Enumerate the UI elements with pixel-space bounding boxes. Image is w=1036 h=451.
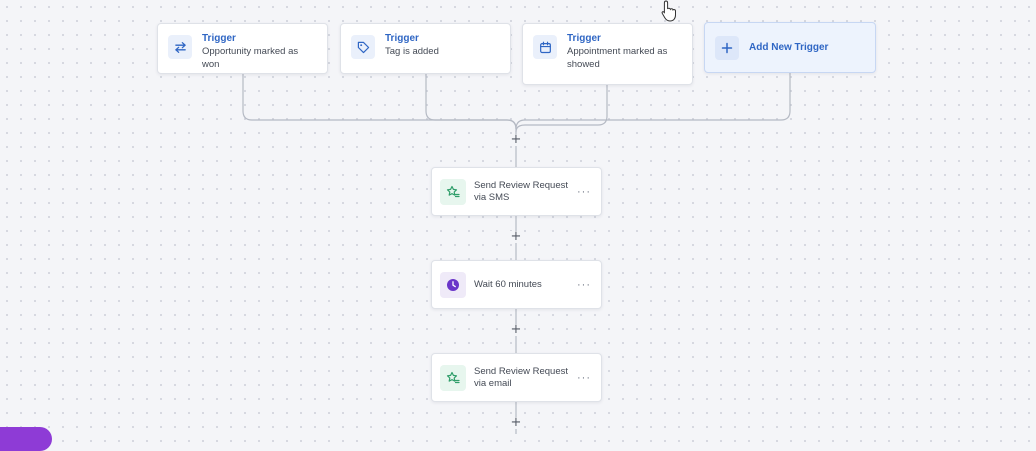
trigger-description: Opportunity marked as won — [202, 46, 299, 70]
action-label: Send Review Request via SMS — [474, 179, 568, 203]
chat-widget-button[interactable] — [0, 427, 52, 451]
more-options-button[interactable]: ··· — [577, 372, 591, 383]
trigger-label: Trigger — [202, 33, 236, 44]
swap-arrows-icon — [168, 35, 192, 59]
clock-icon — [440, 271, 466, 298]
more-options-button[interactable]: ··· — [577, 186, 591, 197]
star-list-icon — [440, 364, 466, 391]
workflow-canvas[interactable]: Trigger Opportunity marked as won Trigge… — [0, 0, 1036, 451]
trigger-label: Trigger — [385, 33, 419, 44]
trigger-card-appointment-showed[interactable]: Trigger Appointment marked as showed — [522, 23, 693, 85]
plus-icon — [715, 35, 739, 60]
add-new-trigger-button[interactable]: Add New Trigger — [704, 22, 876, 73]
action-wait[interactable]: Wait 60 minutes ··· — [431, 260, 602, 309]
add-step-button[interactable]: + — [510, 133, 522, 146]
add-new-trigger-label: Add New Trigger — [749, 42, 829, 53]
action-send-review-sms[interactable]: Send Review Request via SMS ··· — [431, 167, 602, 216]
trigger-label: Trigger — [567, 33, 601, 44]
action-send-review-email[interactable]: Send Review Request via email ··· — [431, 353, 602, 402]
add-step-button[interactable]: + — [510, 323, 522, 336]
calendar-icon — [533, 35, 557, 59]
tag-icon — [351, 35, 375, 59]
add-step-button[interactable]: + — [510, 230, 522, 243]
trigger-card-opportunity-won[interactable]: Trigger Opportunity marked as won — [157, 23, 328, 74]
hand-cursor-icon — [661, 0, 676, 22]
more-options-button[interactable]: ··· — [577, 279, 591, 290]
trigger-card-tag-added[interactable]: Trigger Tag is added — [340, 23, 511, 74]
trigger-description: Tag is added — [385, 46, 439, 57]
star-list-icon — [440, 178, 466, 205]
add-step-button[interactable]: + — [510, 416, 522, 429]
trigger-description: Appointment marked as showed — [567, 46, 668, 70]
action-label: Wait 60 minutes — [474, 278, 542, 290]
action-label: Send Review Request via email — [474, 365, 568, 389]
